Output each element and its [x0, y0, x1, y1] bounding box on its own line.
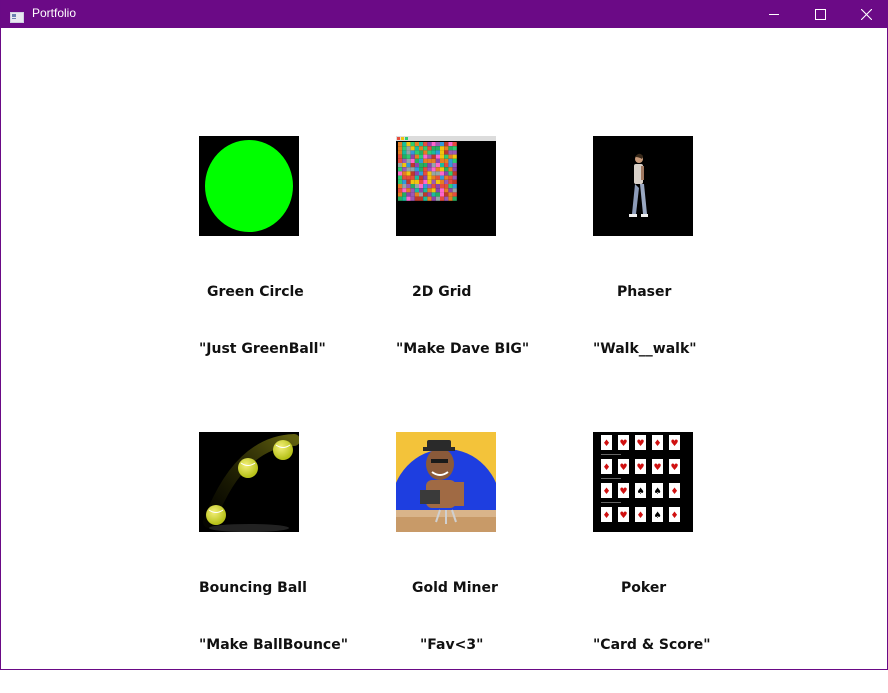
svg-text:♥: ♥	[619, 487, 627, 497]
playing-card-icon: ♥	[618, 507, 629, 522]
svg-text:♦: ♦	[602, 487, 610, 497]
svg-text:♥: ♥	[636, 439, 644, 449]
playing-card-icon: ♥	[669, 459, 680, 474]
project-card-poker: Poker "Card & Score"	[593, 541, 711, 693]
project-subtitle: "Just GreenBall"	[199, 341, 326, 357]
svg-text:♦: ♦	[602, 511, 610, 521]
project-subtitle: "Walk__walk"	[593, 341, 697, 357]
project-title: Gold Miner	[412, 580, 498, 596]
playing-card-icon: ♦	[635, 507, 646, 522]
svg-text:♦: ♦	[670, 511, 678, 521]
poker-thumbnail[interactable]: ♦ ♥ ♥ ♦ ♥ ♦ ♥ ♥ ♥ ♥ ♦ ♥ ♠ ♠ ♦ ♦ ♥ ♦ ♠ ♦	[593, 432, 693, 532]
window-title: Portfolio	[32, 6, 77, 20]
project-title: Bouncing Ball	[199, 580, 307, 596]
playing-card-icon: ♦	[669, 483, 680, 498]
project-card-gold-miner: Gold Miner "Fav<3"	[396, 541, 498, 693]
svg-text:♠: ♠	[653, 511, 661, 521]
maximize-button[interactable]	[797, 0, 843, 28]
playing-card-icon: ♦	[601, 435, 612, 450]
minimize-button[interactable]	[751, 0, 797, 28]
gold-miner-thumbnail[interactable]	[396, 432, 496, 532]
playing-card-icon: ♥	[635, 459, 646, 474]
playing-card-icon: ♦	[601, 483, 612, 498]
project-card-2d-grid: 2D Grid "Make Dave BIG"	[396, 245, 529, 397]
project-title: 2D Grid	[412, 284, 472, 300]
close-button[interactable]	[843, 0, 888, 28]
playing-card-icon: ♦	[669, 507, 680, 522]
project-subtitle: "Card & Score"	[593, 637, 711, 653]
svg-text:♥: ♥	[670, 463, 678, 473]
close-icon	[860, 8, 872, 20]
playing-card-icon: ♥	[618, 459, 629, 474]
green-circle-thumbnail[interactable]	[199, 136, 299, 236]
project-title: Phaser	[617, 284, 672, 300]
playing-card-icon: ♦	[601, 459, 612, 474]
svg-text:♥: ♥	[670, 439, 678, 449]
project-card-bouncing-ball: Bouncing Ball "Make BallBounce"	[199, 541, 348, 693]
svg-text:♦: ♦	[602, 463, 610, 473]
app-icon	[10, 8, 24, 23]
svg-text:♦: ♦	[602, 439, 610, 449]
project-card-phaser: Phaser "Walk__walk"	[593, 245, 697, 397]
playing-card-icon: ♦	[652, 435, 663, 450]
playing-card-icon: ♥	[669, 435, 680, 450]
project-card-green-circle: Green Circle "Just GreenBall"	[199, 245, 326, 397]
svg-text:♥: ♥	[653, 463, 661, 473]
project-subtitle: "Fav<3"	[420, 637, 484, 653]
playing-card-icon: ♥	[618, 435, 629, 450]
minimize-icon	[769, 14, 779, 15]
playing-card-icon: ♠	[635, 483, 646, 498]
svg-text:♥: ♥	[619, 511, 627, 521]
playing-card-icon: ♥	[635, 435, 646, 450]
project-subtitle: "Make Dave BIG"	[396, 341, 530, 357]
playing-card-icon: ♦	[601, 507, 612, 522]
phaser-thumbnail[interactable]	[593, 136, 693, 236]
svg-text:♠: ♠	[636, 487, 644, 497]
playing-card-icon: ♥	[652, 459, 663, 474]
playing-card-icon: ♠	[652, 483, 663, 498]
playing-card-icon: ♥	[618, 483, 629, 498]
svg-text:♥: ♥	[619, 439, 627, 449]
svg-text:♦: ♦	[653, 439, 661, 449]
playing-card-icon: ♠	[652, 507, 663, 522]
svg-text:♦: ♦	[670, 487, 678, 497]
svg-text:♥: ♥	[619, 463, 627, 473]
app-window: Portfolio Green Circle "Just GreenBall" …	[0, 0, 888, 670]
svg-text:♦: ♦	[636, 511, 644, 521]
project-title: Poker	[621, 580, 667, 596]
title-bar[interactable]: Portfolio	[1, 0, 888, 28]
project-subtitle: "Make BallBounce"	[199, 637, 349, 653]
svg-text:♠: ♠	[653, 487, 661, 497]
project-title: Green Circle	[207, 284, 304, 300]
maximize-icon	[814, 8, 826, 20]
2d-grid-thumbnail[interactable]	[396, 136, 496, 236]
bouncing-ball-thumbnail[interactable]	[199, 432, 299, 532]
svg-text:♥: ♥	[636, 463, 644, 473]
